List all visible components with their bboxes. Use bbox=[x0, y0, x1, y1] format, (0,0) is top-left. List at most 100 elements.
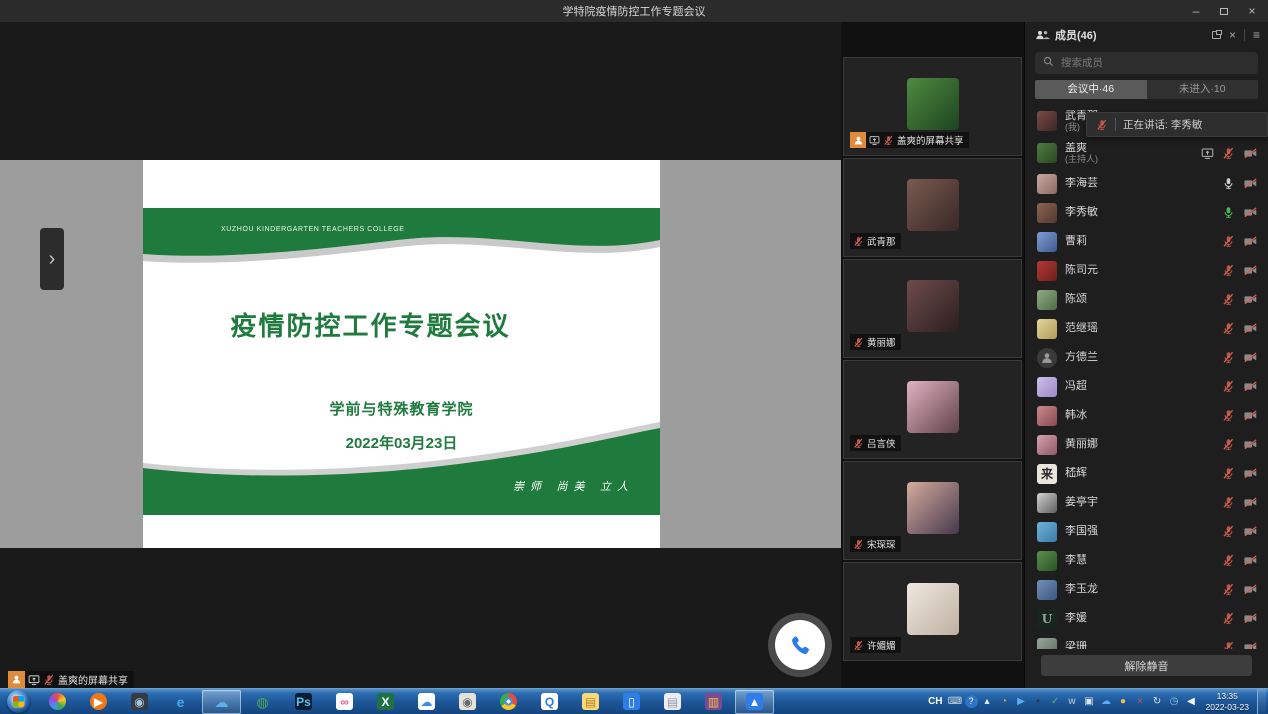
camera-off-icon[interactable] bbox=[1243, 322, 1258, 335]
taskbar-cloud-sync[interactable]: ☁ bbox=[202, 690, 241, 714]
restore-button[interactable] bbox=[1210, 0, 1238, 22]
taskbar-media-player[interactable]: ▶ bbox=[79, 690, 118, 714]
camera-off-icon[interactable] bbox=[1243, 641, 1258, 649]
panel-menu-button[interactable]: ≡ bbox=[1253, 29, 1260, 41]
camera-off-icon[interactable] bbox=[1243, 525, 1258, 538]
camera-off-icon[interactable] bbox=[1243, 554, 1258, 567]
camera-off-icon[interactable] bbox=[1243, 496, 1258, 509]
member-row[interactable]: 李玉龙 bbox=[1025, 575, 1268, 604]
tray-alert-icon[interactable]: × bbox=[1133, 694, 1148, 709]
member-row[interactable]: 盖爽(主持人) bbox=[1025, 137, 1268, 169]
expand-panel-handle[interactable]: › bbox=[40, 228, 64, 290]
search-input[interactable] bbox=[1059, 56, 1250, 70]
close-button[interactable]: × bbox=[1238, 0, 1266, 22]
mic-speaking-icon[interactable] bbox=[1222, 206, 1235, 219]
member-row[interactable]: 韩冰 bbox=[1025, 401, 1268, 430]
tray-keyboard-icon[interactable]: ⌨ bbox=[948, 694, 963, 709]
mic-muted-icon[interactable] bbox=[1222, 235, 1235, 248]
tray-windows-icon[interactable]: ▣ bbox=[1082, 694, 1097, 709]
tray-clock-icon[interactable]: ◷ bbox=[1167, 694, 1182, 709]
language-indicator[interactable]: CH bbox=[928, 696, 942, 707]
taskbar-pinwheel-browser[interactable] bbox=[38, 690, 77, 714]
tray-help-icon[interactable]: ? bbox=[965, 695, 978, 708]
taskbar-chrome[interactable] bbox=[489, 690, 528, 714]
camera-off-icon[interactable] bbox=[1243, 380, 1258, 393]
mic-on-icon[interactable] bbox=[1222, 177, 1235, 190]
tab-not-joined[interactable]: 未进入·10 bbox=[1147, 80, 1259, 99]
clock[interactable]: 13:35 2022-03-23 bbox=[1206, 691, 1249, 712]
unmute-button[interactable]: 解除静音 bbox=[1041, 655, 1252, 676]
member-row[interactable]: 曹莉 bbox=[1025, 227, 1268, 256]
mic-muted-icon[interactable] bbox=[1222, 264, 1235, 277]
tray-sync-icon[interactable]: ◔ bbox=[997, 694, 1012, 709]
taskbar-file-explorer[interactable]: ▤ bbox=[571, 690, 610, 714]
mic-muted-icon[interactable] bbox=[1222, 351, 1235, 364]
taskbar-screen-recorder[interactable]: ◉ bbox=[120, 690, 159, 714]
camera-off-icon[interactable] bbox=[1243, 147, 1258, 160]
camera-off-icon[interactable] bbox=[1243, 264, 1258, 277]
member-row[interactable]: 李秀敏 bbox=[1025, 198, 1268, 227]
taskbar-excel[interactable]: X bbox=[366, 690, 405, 714]
video-tile[interactable]: 黄丽娜 bbox=[843, 259, 1022, 358]
camera-off-icon[interactable] bbox=[1243, 467, 1258, 480]
mic-muted-icon[interactable] bbox=[1222, 525, 1235, 538]
tray-refresh-icon[interactable]: ↻ bbox=[1150, 694, 1165, 709]
tray-volume-icon[interactable]: ◀ bbox=[1184, 694, 1199, 709]
member-row[interactable]: 冯超 bbox=[1025, 372, 1268, 401]
mic-muted-icon[interactable] bbox=[1222, 438, 1235, 451]
taskbar-design-app[interactable]: ∞ bbox=[325, 690, 364, 714]
tray-qq-icon[interactable]: ● bbox=[1116, 694, 1131, 709]
member-row[interactable]: 陈颂 bbox=[1025, 285, 1268, 314]
member-row[interactable]: 梁珊 bbox=[1025, 633, 1268, 649]
member-row[interactable]: 姜亭宇 bbox=[1025, 488, 1268, 517]
member-row[interactable]: 李海芸 bbox=[1025, 169, 1268, 198]
taskbar-cloud-drive[interactable]: ☁ bbox=[407, 690, 446, 714]
tray-arrow-icon[interactable]: ▶ bbox=[1014, 694, 1029, 709]
mic-muted-icon[interactable] bbox=[1222, 409, 1235, 422]
taskbar-notepad[interactable]: ▤ bbox=[653, 690, 692, 714]
tab-in-meeting[interactable]: 会议中·46 bbox=[1035, 80, 1147, 99]
taskbar-photoshop[interactable]: Ps bbox=[284, 690, 323, 714]
member-row[interactable]: 黄丽娜 bbox=[1025, 430, 1268, 459]
camera-off-icon[interactable] bbox=[1243, 177, 1258, 190]
camera-off-icon[interactable] bbox=[1243, 206, 1258, 219]
camera-off-icon[interactable] bbox=[1243, 351, 1258, 364]
video-tile[interactable]: 盖爽的屏幕共享 bbox=[843, 57, 1022, 156]
video-tile[interactable]: 许媚媚 bbox=[843, 562, 1022, 661]
mic-muted-icon[interactable] bbox=[1222, 612, 1235, 625]
camera-off-icon[interactable] bbox=[1243, 583, 1258, 596]
member-row[interactable]: 陈司元 bbox=[1025, 256, 1268, 285]
member-row[interactable]: 李国强 bbox=[1025, 517, 1268, 546]
mic-muted-icon[interactable] bbox=[1222, 147, 1235, 160]
taskbar-internet-explorer[interactable]: e bbox=[161, 690, 200, 714]
member-search[interactable] bbox=[1035, 52, 1258, 74]
start-button[interactable] bbox=[0, 689, 36, 714]
mic-muted-icon[interactable] bbox=[1222, 641, 1235, 649]
video-tile[interactable]: 吕言侠 bbox=[843, 360, 1022, 459]
phone-button[interactable] bbox=[775, 620, 825, 670]
tray-w-icon[interactable]: w bbox=[1065, 694, 1080, 709]
camera-off-icon[interactable] bbox=[1243, 235, 1258, 248]
taskbar-meeting-app[interactable]: ▲ bbox=[735, 690, 774, 714]
camera-off-icon[interactable] bbox=[1243, 293, 1258, 306]
tray-ps-icon[interactable]: ▪ bbox=[1031, 694, 1046, 709]
camera-off-icon[interactable] bbox=[1243, 409, 1258, 422]
show-desktop-button[interactable] bbox=[1257, 689, 1266, 714]
mic-muted-icon[interactable] bbox=[1222, 554, 1235, 567]
mic-muted-icon[interactable] bbox=[1222, 322, 1235, 335]
tray-usb-icon[interactable]: ✓ bbox=[1048, 694, 1063, 709]
mic-muted-icon[interactable] bbox=[1222, 380, 1235, 393]
video-tile[interactable]: 武青那 bbox=[843, 158, 1022, 257]
mic-muted-icon[interactable] bbox=[1222, 583, 1235, 596]
member-row[interactable]: 范继瑶 bbox=[1025, 314, 1268, 343]
taskbar-network-manager[interactable]: ◍ bbox=[243, 690, 282, 714]
video-tile[interactable]: 宋琛琛 bbox=[843, 461, 1022, 560]
taskbar-winrar[interactable]: ▥ bbox=[694, 690, 733, 714]
taskbar-chat-app[interactable]: Q bbox=[530, 690, 569, 714]
tray-hidden-icons[interactable]: ▴ bbox=[980, 694, 995, 709]
mic-muted-icon[interactable] bbox=[1222, 467, 1235, 480]
camera-off-icon[interactable] bbox=[1243, 438, 1258, 451]
mic-muted-icon[interactable] bbox=[1222, 293, 1235, 306]
taskbar-photo-viewer[interactable]: ◉ bbox=[448, 690, 487, 714]
mic-muted-icon[interactable] bbox=[1222, 496, 1235, 509]
